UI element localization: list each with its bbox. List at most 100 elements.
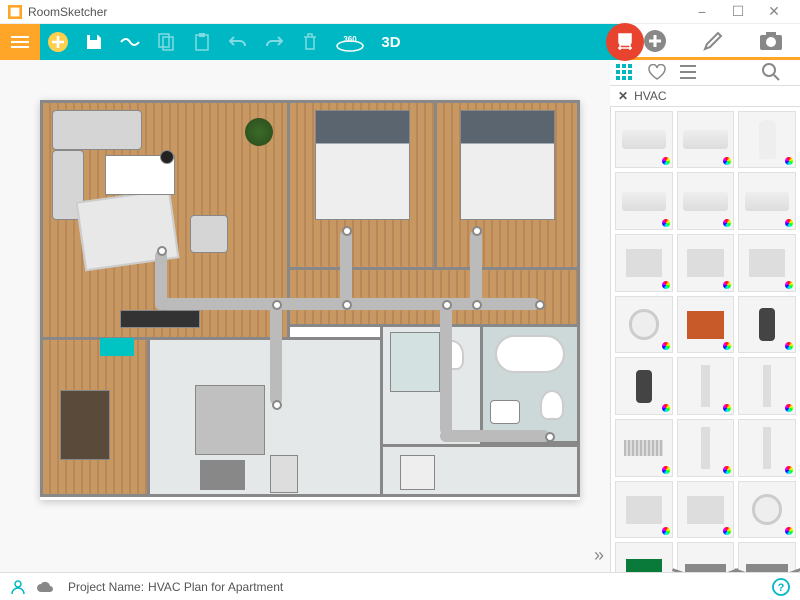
help-button[interactable]: ?: [772, 578, 790, 596]
undo-button[interactable]: [220, 24, 256, 60]
status-bar: Project Name: HVAC Plan for Apartment ?: [0, 572, 800, 600]
library-item-duct-pipe-3[interactable]: [677, 419, 735, 477]
library-item-ceiling-fan-2[interactable]: [738, 542, 796, 572]
color-swatch-icon: [662, 466, 670, 474]
trash-icon: [303, 33, 317, 51]
stove: [200, 460, 245, 490]
category-breadcrumb: ✕ HVAC: [610, 86, 800, 107]
library-item-vacuum[interactable]: [738, 296, 796, 354]
cloud-sync-icon[interactable]: [36, 581, 54, 593]
library-item-vent-grille[interactable]: [615, 419, 673, 477]
library-item-duct-pipe-2[interactable]: [738, 357, 796, 415]
duct-node-4[interactable]: [272, 400, 282, 410]
redo-icon: [265, 34, 283, 50]
duct-junction-4[interactable]: [472, 300, 482, 310]
duct-bath-v[interactable]: [440, 305, 452, 435]
maximize-button[interactable]: ☐: [720, 3, 756, 20]
hallway[interactable]: [287, 267, 580, 327]
redo-button[interactable]: [256, 24, 292, 60]
project-name-label: Project Name:: [68, 580, 144, 594]
duct-end-1[interactable]: [535, 300, 545, 310]
library-item-thermostat-round[interactable]: [615, 296, 673, 354]
list-tab[interactable]: [680, 64, 712, 80]
wall-tool-button[interactable]: [112, 24, 148, 60]
wall-outlet-round-thumb: [752, 494, 783, 525]
library-item-air-purifier-tall[interactable]: [738, 111, 796, 169]
duct-node-1[interactable]: [157, 246, 167, 256]
library-item-hvac-box-1[interactable]: [615, 234, 673, 292]
library-item-duct-pipe-4[interactable]: [738, 419, 796, 477]
view-3d-button[interactable]: 3D: [372, 24, 410, 60]
duct-end-2[interactable]: [545, 432, 555, 442]
floorplan-canvas[interactable]: »: [0, 60, 610, 572]
search-tab[interactable]: [762, 63, 794, 81]
color-swatch-icon: [723, 219, 731, 227]
user-icon[interactable]: [10, 579, 26, 595]
duct-junction-1[interactable]: [272, 300, 282, 310]
main-toolbar: 360 3D: [0, 24, 800, 60]
menu-button[interactable]: [0, 24, 40, 60]
close-button[interactable]: ✕: [756, 3, 792, 20]
duct-junction-2[interactable]: [342, 300, 352, 310]
duct-node-2[interactable]: [342, 226, 352, 236]
hvac-unit-placed[interactable]: [100, 338, 134, 356]
save-button[interactable]: [76, 24, 112, 60]
paste-button[interactable]: [184, 24, 220, 60]
furniture-mode-badge[interactable]: [606, 23, 644, 61]
pencil-icon: [702, 30, 724, 52]
library-item-ac-wall-unit-2[interactable]: [677, 172, 735, 230]
delete-button[interactable]: [292, 24, 328, 60]
exit-sign-thumb: [626, 559, 662, 572]
color-swatch-icon: [785, 527, 793, 535]
library-item-ac-wall-unit-3[interactable]: [738, 172, 796, 230]
library-item-ac-wall-unit-1[interactable]: [615, 172, 673, 230]
library-item-wall-outlet-round[interactable]: [738, 481, 796, 539]
add-button[interactable]: [40, 24, 76, 60]
bed-2: [460, 110, 555, 220]
plus-circle-icon: [47, 31, 69, 53]
edit-mode-tab[interactable]: [684, 24, 742, 57]
toilet-1: [540, 390, 564, 420]
color-swatch-icon: [662, 157, 670, 165]
category-label: HVAC: [634, 89, 666, 103]
copy-button[interactable]: [148, 24, 184, 60]
duct-living-v[interactable]: [155, 250, 167, 310]
library-item-hvac-box-2[interactable]: [677, 234, 735, 292]
library-item-exit-sign[interactable]: [615, 542, 673, 572]
color-swatch-icon: [723, 466, 731, 474]
duct-kitchen-v[interactable]: [270, 305, 282, 405]
list-icon: [680, 64, 696, 80]
expand-panel-button[interactable]: »: [594, 545, 604, 566]
duct-junction-3[interactable]: [442, 300, 452, 310]
library-item-ceiling-fan-1[interactable]: [677, 542, 735, 572]
library-item-wall-outlet-1[interactable]: [615, 481, 673, 539]
duct-bed2-v[interactable]: [470, 230, 482, 305]
tv-console: [120, 310, 200, 328]
library-panel-tabs: [610, 60, 800, 86]
library-item-furnace[interactable]: [738, 234, 796, 292]
library-item-radiator-dark[interactable]: [615, 357, 673, 415]
camera-mode-tab[interactable]: [742, 24, 800, 57]
library-item-duct-pipe-1[interactable]: [677, 357, 735, 415]
category-close-button[interactable]: ✕: [618, 89, 628, 103]
duct-bed1-v[interactable]: [340, 230, 352, 305]
heart-icon: [648, 64, 666, 80]
app-logo-icon: [8, 5, 22, 19]
library-item-ac-split-unit[interactable]: [677, 111, 735, 169]
minimize-button[interactable]: −: [684, 4, 720, 20]
view-360-button[interactable]: 360: [328, 24, 372, 60]
kitchen[interactable]: [147, 337, 383, 497]
floorplan[interactable]: [40, 100, 580, 500]
vent-grille-thumb: [624, 440, 663, 456]
duct-node-3[interactable]: [472, 226, 482, 236]
favorites-tab[interactable]: [648, 64, 680, 80]
categories-tab[interactable]: [616, 64, 648, 80]
duct-lower-h[interactable]: [440, 430, 550, 442]
library-item-ac-window-unit[interactable]: [615, 111, 673, 169]
library-item-wall-outlet-2[interactable]: [677, 481, 735, 539]
library-item-heater-orange[interactable]: [677, 296, 735, 354]
wall-outlet-1-thumb: [626, 496, 662, 524]
paste-icon: [195, 33, 209, 51]
svg-text:?: ?: [778, 582, 785, 594]
air-purifier-tall-thumb: [759, 120, 776, 159]
